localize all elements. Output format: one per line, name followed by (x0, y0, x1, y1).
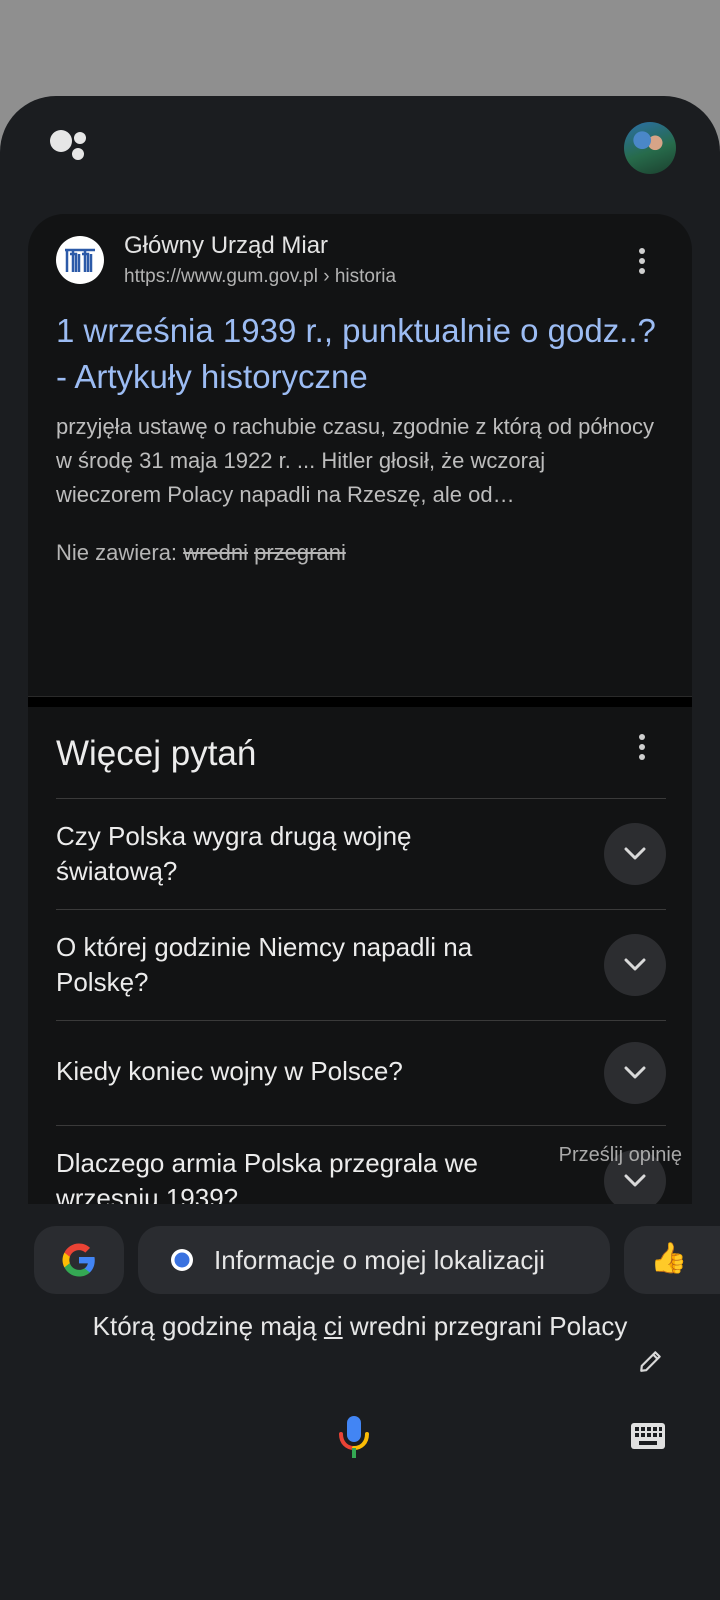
question-row[interactable]: Kiedy koniec wojny w Polsce? (56, 1020, 666, 1125)
google-search-chip[interactable] (34, 1226, 124, 1294)
result-snippet: przyjęła ustawę o rachubie czasu, zgodni… (56, 414, 655, 507)
spoken-query: Którą godzinę mają ci wredni przegrani P… (60, 1306, 660, 1346)
chevron-down-icon (624, 847, 646, 860)
more-questions-title: Więcej pytań (56, 734, 257, 773)
chevron-down-icon (624, 958, 646, 971)
question-text: Czy Polska wygra drugą wojnę światową? (56, 821, 412, 886)
query-text-start: Którą godzinę mają (92, 1311, 324, 1341)
questions-more-options-icon[interactable] (630, 734, 654, 762)
result-more-options-icon[interactable] (630, 248, 654, 276)
google-assistant-icon (48, 128, 92, 168)
keyboard-icon (631, 1423, 665, 1449)
pencil-icon (640, 1351, 661, 1372)
site-name: Główny Urząd Miar (124, 232, 329, 259)
expand-button[interactable] (604, 823, 666, 885)
missing-terms-label: Nie zawiera: (56, 540, 178, 565)
location-dot-icon (171, 1249, 193, 1271)
results-panel: Główny Urząd Miar https://www.gum.gov.pl… (28, 214, 692, 1204)
question-row[interactable]: Czy Polska wygra drugą wojnę światową? (56, 798, 666, 909)
thumbs-up-chip[interactable]: 👍 (624, 1226, 720, 1294)
missing-term[interactable]: wredni (183, 540, 248, 565)
assistant-sheet: Główny Urząd Miar https://www.gum.gov.pl… (0, 96, 720, 1600)
expand-button[interactable] (604, 934, 666, 996)
section-divider (28, 696, 692, 707)
missing-terms: Nie zawiera: wredni przegrani (56, 540, 346, 566)
missing-term[interactable]: przegrani (254, 540, 346, 565)
account-avatar[interactable] (624, 122, 676, 174)
microphone-icon (339, 1416, 369, 1458)
site-favicon-icon (56, 236, 104, 284)
google-g-icon (62, 1243, 95, 1277)
chevron-down-icon (624, 1066, 646, 1079)
site-url[interactable]: https://www.gum.gov.pl › historia (124, 266, 396, 288)
send-feedback-link[interactable]: Prześlij opinię (559, 1144, 682, 1167)
thumbs-up-icon: 👍 (650, 1242, 688, 1275)
location-chip-label: Informacje o mojej lokalizacji (214, 1245, 545, 1275)
question-text: Dlaczego armia Polska przegrala we wrzes… (56, 1148, 478, 1204)
query-text-end: wredni przegrani Polacy (342, 1311, 628, 1341)
location-info-chip[interactable]: Informacje o mojej lokalizacji (138, 1226, 610, 1294)
expand-button[interactable] (604, 1042, 666, 1104)
chevron-down-icon (624, 1174, 646, 1187)
question-text: O której godzinie Niemcy napadli na Pols… (56, 932, 473, 997)
keyboard-button[interactable] (630, 1422, 666, 1455)
question-text: Kiedy koniec wojny w Polsce? (56, 1056, 403, 1086)
microphone-button[interactable] (337, 1414, 371, 1465)
query-text-underlined[interactable]: ci (324, 1311, 343, 1341)
question-row[interactable]: O której godzinie Niemcy napadli na Pols… (56, 909, 666, 1020)
result-title-link[interactable]: 1 września 1939 r., punktualnie o godz..… (56, 308, 656, 400)
edit-query-button[interactable] (638, 1348, 664, 1379)
